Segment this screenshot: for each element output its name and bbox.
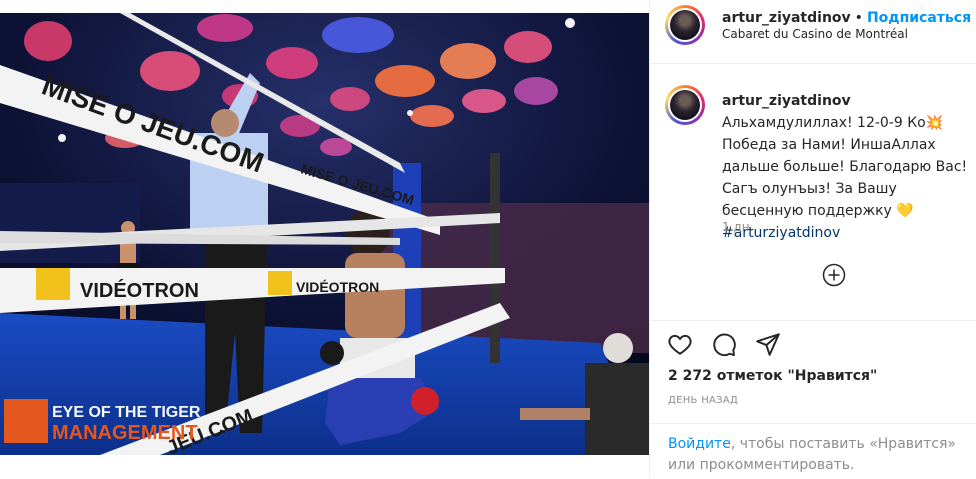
paper-plane-icon[interactable] — [755, 331, 781, 357]
login-prompt: Войдите, чтобы поставить «Нравится» или … — [650, 423, 976, 476]
ring-text-3: VIDÉOTRON — [296, 279, 379, 295]
boxing-ring-image: MISE O JEU.COM VIDÉOTRON VIDÉOTRON MISE … — [0, 13, 649, 455]
likes-count[interactable]: 2 272 отметок "Нравится" — [668, 368, 877, 384]
logo-line-1: EYE OF THE TIGER — [52, 404, 201, 421]
login-link[interactable]: Войдите — [668, 436, 731, 452]
profile-photo — [670, 90, 700, 120]
caption: artur_ziyatdinov Альхамдулиллах! 12-0-9 … — [722, 90, 976, 244]
caption-username-link[interactable]: artur_ziyatdinov — [722, 93, 851, 109]
instagram-post: MISE O JEU.COM VIDÉOTRON VIDÉOTRON MISE … — [0, 0, 976, 478]
header-user-line: artur_ziyatdinov • Подписаться — [722, 10, 971, 26]
caption-avatar[interactable] — [665, 85, 705, 125]
comment-bubble-icon[interactable] — [711, 331, 737, 357]
logo-line-2: MANAGEMENT — [52, 422, 198, 444]
post-actions: 2 272 отметок "Нравится" ДЕНЬ НАЗАД Войд… — [650, 320, 976, 479]
post-photo[interactable]: MISE O JEU.COM VIDÉOTRON VIDÉOTRON MISE … — [0, 13, 649, 455]
post-date: ДЕНЬ НАЗАД — [668, 395, 739, 406]
plus-circle-icon[interactable] — [822, 263, 846, 287]
caption-time: 1 дн. — [722, 220, 754, 234]
username-link[interactable]: artur_ziyatdinov — [722, 10, 851, 26]
management-logo: EYE OF THE TIGER MANAGEMENT — [4, 399, 201, 444]
post-header: artur_ziyatdinov • Подписаться Cabaret du … — [650, 0, 976, 64]
follow-button[interactable]: Подписаться — [867, 10, 971, 26]
avatar[interactable] — [665, 5, 705, 45]
caption-text: Альхамдулиллах! 12-0-9 Ко💥 Победа за Нам… — [722, 93, 972, 219]
post-sidebar: artur_ziyatdinov • Подписаться Cabaret du … — [649, 0, 976, 478]
heart-icon[interactable] — [667, 331, 693, 357]
location-link[interactable]: Cabaret du Casino de Montréal — [722, 27, 908, 41]
separator-dot: • — [854, 10, 863, 26]
ring-text-2: VIDÉOTRON — [80, 279, 199, 302]
profile-photo — [670, 10, 700, 40]
